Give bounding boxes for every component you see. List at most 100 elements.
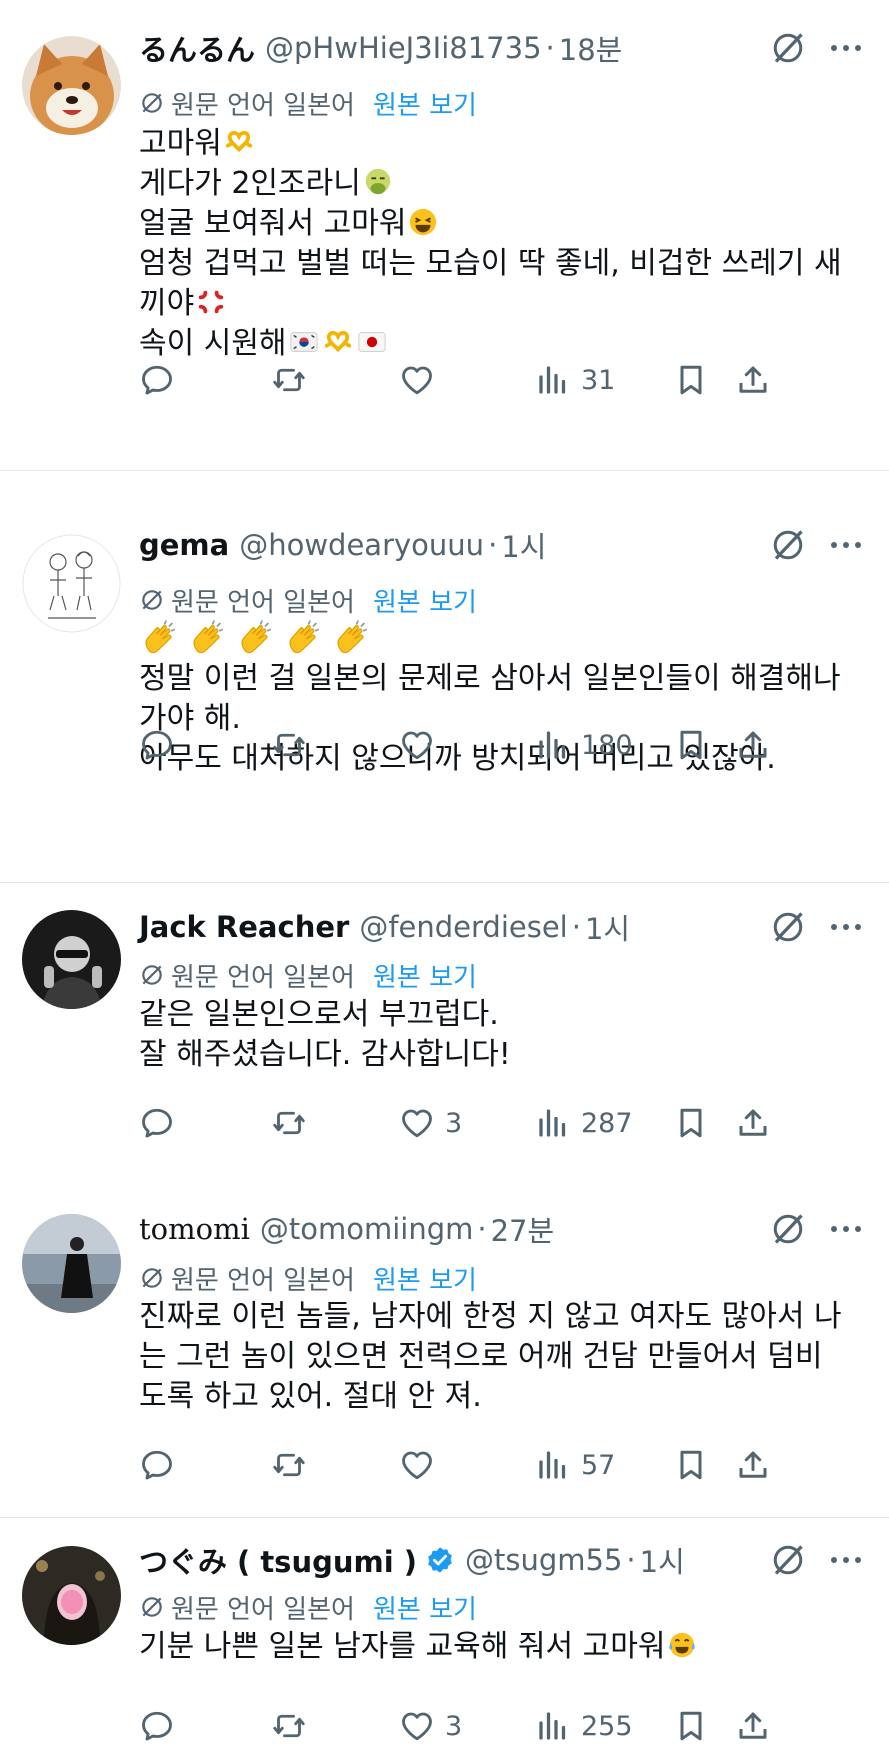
bookmark-button[interactable]	[673, 360, 709, 400]
timestamp[interactable]: 27분	[491, 1208, 555, 1250]
share-button[interactable]	[735, 1706, 771, 1746]
user-handle[interactable]: @fenderdiesel	[359, 910, 567, 944]
avatar[interactable]	[22, 1214, 121, 1313]
tweet-text: 같은 일본인으로서 부끄럽다. 잘 해주셨습니다. 감사합니다!	[139, 995, 874, 1075]
views-button[interactable]: 57	[535, 1445, 615, 1485]
share-icon	[735, 1708, 771, 1744]
clapping-emoji	[333, 620, 371, 658]
bookmark-button[interactable]	[673, 725, 709, 765]
tweet-text: 기분 나쁜 일본 남자를 교육해 줘서 고마워	[139, 1627, 874, 1667]
timestamp[interactable]: 1시	[640, 1539, 685, 1581]
tweet-header: tomomi @tomomiingm · 27분	[139, 1209, 554, 1249]
views-button[interactable]: 31	[535, 360, 615, 400]
grok-icon[interactable]	[770, 909, 806, 945]
reply-button[interactable]	[139, 1103, 185, 1143]
repost-button[interactable]	[271, 1103, 317, 1143]
translate-icon	[139, 587, 165, 613]
avatar[interactable]	[22, 36, 121, 135]
repost-button[interactable]	[271, 725, 317, 765]
like-button[interactable]	[399, 1445, 445, 1485]
share-button[interactable]	[735, 360, 771, 400]
views-button[interactable]: 287	[535, 1103, 633, 1143]
action-bar: 31	[139, 360, 874, 400]
views-button[interactable]: 255	[535, 1706, 633, 1746]
translation-notice: 원문 언어 일본어 원본 보기	[139, 1260, 477, 1297]
views-icon	[535, 1105, 571, 1141]
avatar[interactable]	[22, 534, 121, 633]
like-button[interactable]: 3	[399, 1103, 462, 1143]
bookmark-button[interactable]	[673, 1445, 709, 1485]
share-button[interactable]	[735, 725, 771, 765]
show-original-link[interactable]: 원본 보기	[373, 582, 477, 619]
reply-button[interactable]	[139, 1706, 185, 1746]
bookmark-button[interactable]	[673, 1706, 709, 1746]
display-name[interactable]: Jack Reacher	[139, 910, 349, 944]
display-name[interactable]: gema	[139, 528, 229, 562]
display-name[interactable]: るんるん	[139, 27, 255, 69]
tweet-3[interactable]: Jack Reacher @fenderdiesel · 1시 원문 언어 일본…	[0, 883, 889, 1183]
tweet-5[interactable]: つぐみ ( tsugumi ) @tsugm55 · 1시 원문 언어 일본어 …	[0, 1518, 889, 1761]
text-line: 진짜로 이런 놈들, 남자에 한정 지 않고 여자도 많아서 나	[139, 1299, 842, 1334]
views-count: 57	[581, 1449, 616, 1481]
like-button[interactable]	[399, 725, 445, 765]
more-icon[interactable]	[828, 38, 864, 58]
separator: ·	[626, 1543, 636, 1577]
text-line: 끼야	[139, 286, 195, 321]
share-button[interactable]	[735, 1103, 771, 1143]
more-icon[interactable]	[828, 917, 864, 937]
shiba-dog-avatar-image	[22, 36, 121, 135]
timestamp[interactable]: 1시	[501, 524, 546, 566]
avatar[interactable]	[22, 910, 121, 1009]
grok-icon[interactable]	[770, 527, 806, 563]
display-name[interactable]: tomomi	[139, 1212, 250, 1246]
timestamp[interactable]: 18분	[559, 27, 623, 69]
bookmark-button[interactable]	[673, 1103, 709, 1143]
more-icon[interactable]	[828, 535, 864, 555]
share-button[interactable]	[735, 1445, 771, 1485]
views-count: 31	[581, 364, 616, 396]
show-original-link[interactable]: 원본 보기	[373, 1260, 477, 1297]
like-icon	[399, 1105, 435, 1141]
share-icon	[735, 727, 771, 763]
reply-button[interactable]	[139, 725, 185, 765]
reply-button[interactable]	[139, 360, 185, 400]
repost-button[interactable]	[271, 360, 317, 400]
show-original-link[interactable]: 원본 보기	[373, 85, 477, 122]
text-line: 잘 해주셨습니다. 감사합니다!	[139, 1037, 511, 1072]
repost-button[interactable]	[271, 1706, 317, 1746]
user-handle[interactable]: @howdearyouuu	[239, 528, 484, 562]
like-button[interactable]: 3	[399, 1706, 462, 1746]
reply-button[interactable]	[139, 1445, 185, 1485]
repost-button[interactable]	[271, 1445, 317, 1485]
display-name[interactable]: つぐみ ( tsugumi )	[139, 1539, 417, 1581]
views-button[interactable]: 180	[535, 725, 633, 765]
grok-icon[interactable]	[770, 1211, 806, 1247]
clapping-emoji	[141, 620, 179, 658]
grok-icon[interactable]	[770, 1542, 806, 1578]
person-in-sunglasses-avatar-image	[22, 910, 121, 1009]
text-line: 정말 이런 걸 일본의 문제로 삼아서 일본인들이 해결해나	[139, 661, 841, 696]
like-icon	[399, 362, 435, 398]
tweet-4[interactable]: tomomi @tomomiingm · 27분 원문 언어 일본어 원본 보기…	[0, 1183, 889, 1515]
tweet-1[interactable]: るんるん @pHwHieJ3Ii81735 · 18분 원문 언어 일본어 원본…	[0, 0, 889, 424]
translation-label: 원문 언어 일본어	[171, 1594, 355, 1625]
more-icon[interactable]	[828, 1219, 864, 1239]
bookmark-icon	[673, 1708, 709, 1744]
tweet-header: るんるん @pHwHieJ3Ii81735 · 18분	[139, 28, 622, 68]
more-icon[interactable]	[828, 1550, 864, 1570]
user-handle[interactable]: @tsugm55	[465, 1543, 622, 1577]
grok-icon[interactable]	[770, 30, 806, 66]
tweet-text: 고마워 게다가 2인조라니 얼굴 보여줘서 고마워 엄청 겁먹고 벌벌 떠는 모…	[139, 124, 874, 364]
like-button[interactable]	[399, 360, 445, 400]
avatar[interactable]	[22, 1546, 121, 1645]
verified-badge-icon	[425, 1545, 455, 1575]
user-handle[interactable]: @pHwHieJ3Ii81735	[265, 31, 542, 65]
show-original-link[interactable]: 원본 보기	[373, 957, 477, 994]
bookmark-icon	[673, 362, 709, 398]
repost-icon	[271, 1708, 307, 1744]
timestamp[interactable]: 1시	[585, 906, 630, 948]
show-original-link[interactable]: 원본 보기	[373, 1589, 477, 1626]
user-handle[interactable]: @tomomiingm	[260, 1212, 474, 1246]
translation-notice: 원문 언어 일본어 원본 보기	[139, 957, 477, 994]
tweet-2[interactable]: gema @howdearyouuu · 1시 원문 언어 일본어 원본 보기 …	[0, 471, 889, 881]
